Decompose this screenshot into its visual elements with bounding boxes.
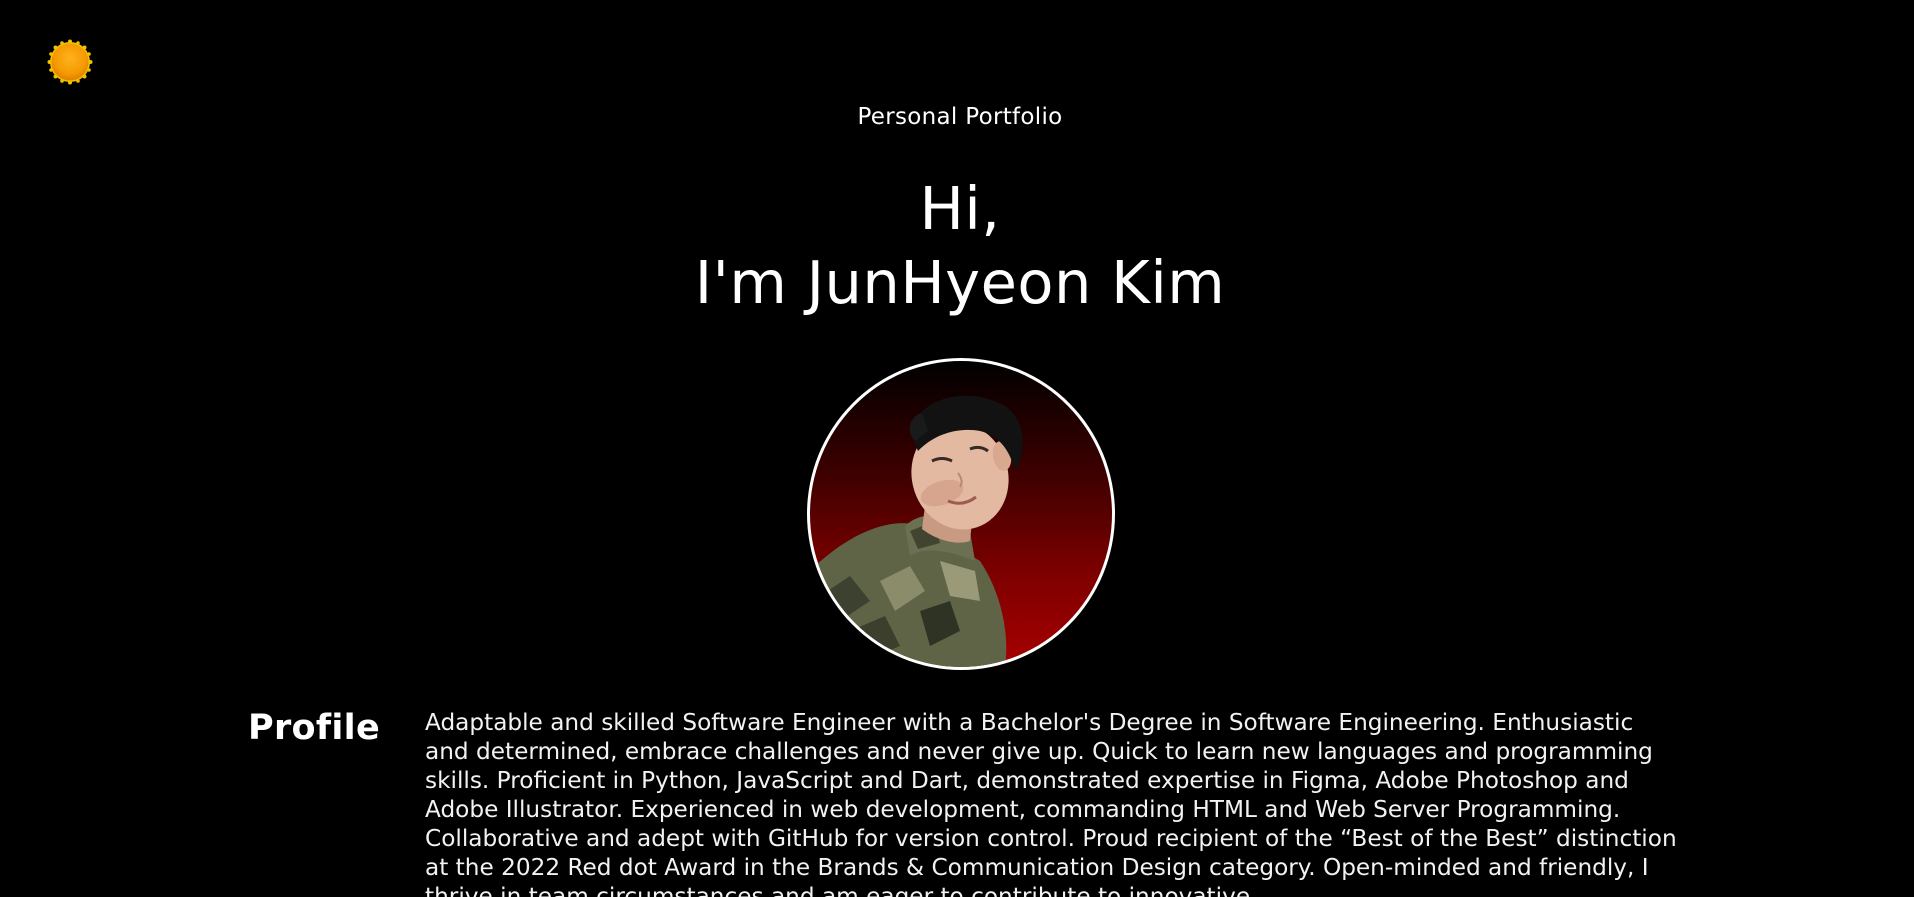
sun-icon: [47, 39, 93, 85]
profile-photo: [810, 395, 1023, 667]
profile-heading: Profile: [248, 708, 381, 748]
theme-toggle-button[interactable]: [47, 39, 93, 85]
portfolio-page: Personal Portfolio Hi, I'm JunHyeon Kim: [0, 0, 1914, 897]
hero-greeting: Hi,: [919, 174, 1001, 243]
profile-avatar: [807, 358, 1115, 670]
hero-heading: Hi, I'm JunHyeon Kim: [0, 172, 1914, 320]
hero-name: I'm JunHyeon Kim: [694, 248, 1226, 317]
profile-text: Adaptable and skilled Software Engineer …: [425, 709, 1677, 897]
page-subtitle: Personal Portfolio: [857, 104, 1063, 130]
